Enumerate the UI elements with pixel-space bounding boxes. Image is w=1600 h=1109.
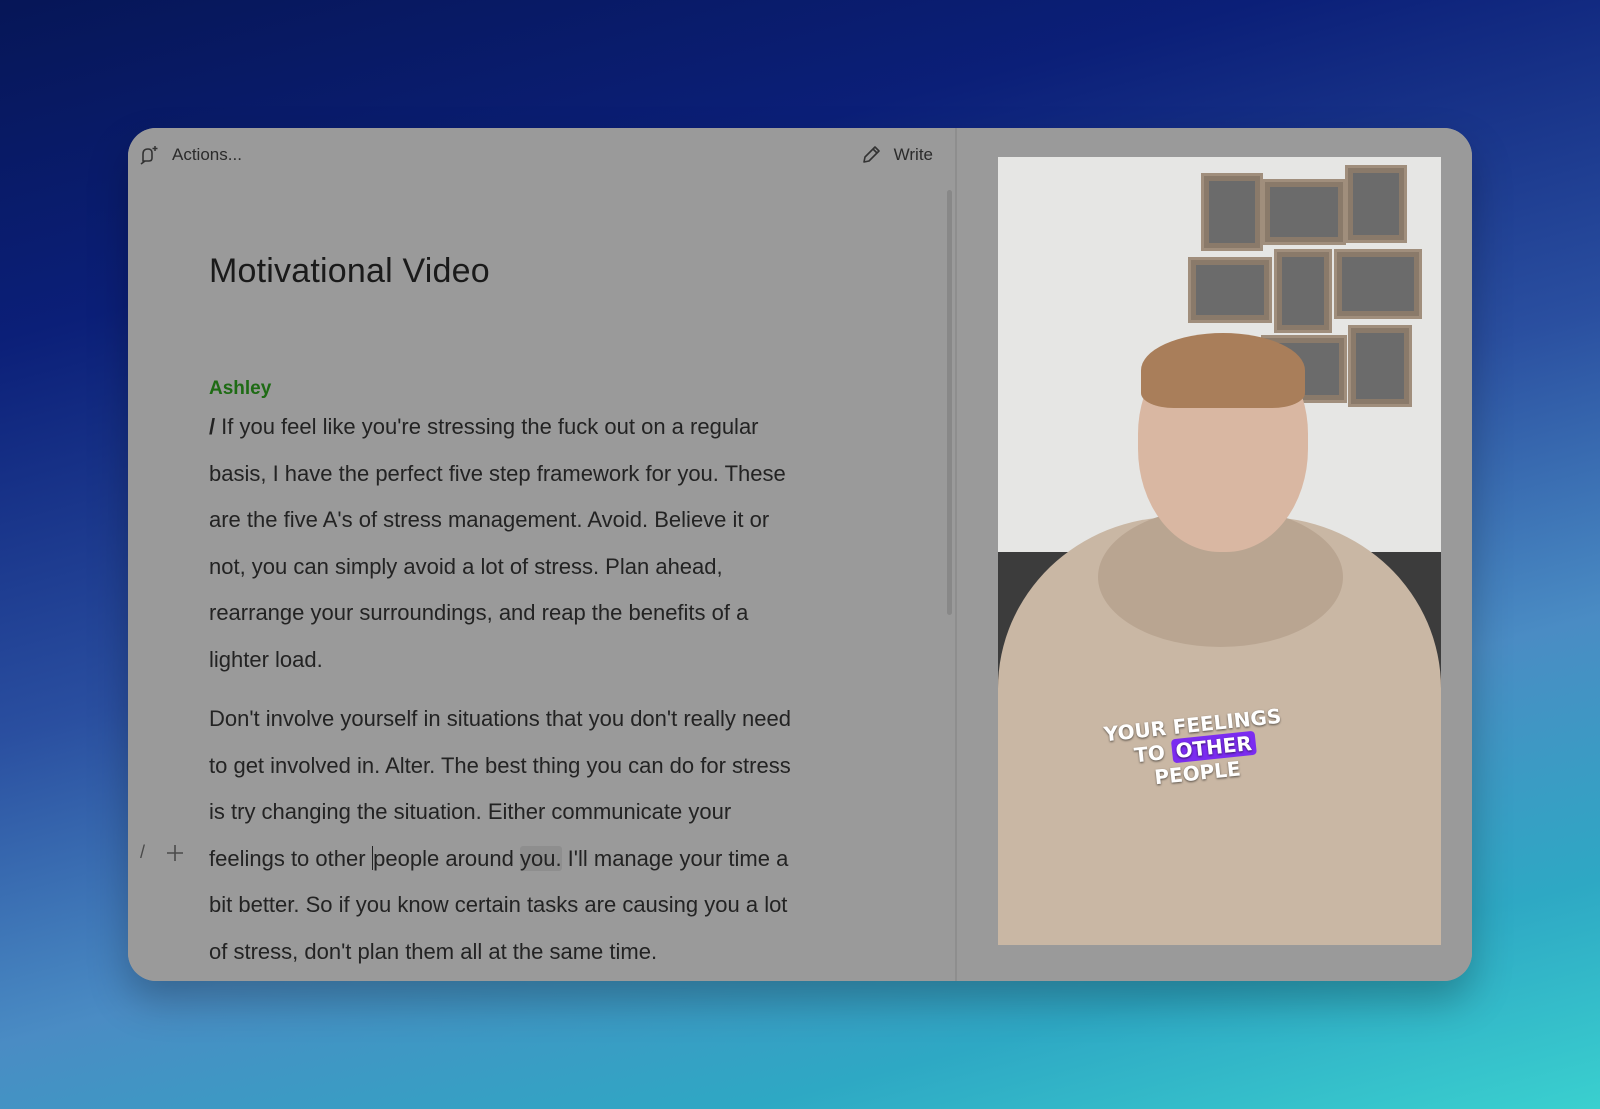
script-paragraph-1[interactable]: / If you feel like you're stressing the f… [209, 404, 809, 683]
photo-frame [1262, 179, 1346, 245]
paragraph-2-text-b: people around [373, 845, 520, 871]
speaker-name[interactable]: Ashley [209, 378, 271, 400]
photo-frame [1345, 165, 1407, 243]
line-gutter: / [140, 842, 185, 863]
write-button[interactable]: Write [860, 144, 933, 166]
video-person-hair [1141, 333, 1305, 408]
paragraph-1-text: If you feel like you're stressing the fu… [209, 414, 786, 672]
photo-frame [1201, 173, 1263, 251]
write-label: Write [893, 145, 933, 164]
pencil-icon [860, 144, 882, 166]
editor-scrollbar[interactable] [947, 190, 952, 615]
photo-frame [1274, 249, 1332, 333]
slash-marker: / [209, 414, 216, 439]
video-preview[interactable]: YOUR FEELINGS TO OTHER PEOPLE [998, 157, 1441, 945]
gutter-slash-button[interactable]: / [140, 842, 145, 863]
add-block-icon[interactable] [165, 843, 185, 863]
photo-frame [1334, 249, 1422, 319]
highlighted-word: you. [519, 845, 562, 871]
actions-label: Actions... [172, 145, 242, 164]
caption-word: TO [1133, 740, 1167, 768]
script-editor: Actions... Write Motivational Video Ashl… [128, 128, 955, 981]
script-paragraph-2[interactable]: Don't involve yourself in situations tha… [209, 696, 809, 975]
document-title[interactable]: Motivational Video [209, 252, 490, 291]
actions-sparkle-icon [138, 144, 160, 166]
photo-frame [1188, 257, 1272, 323]
actions-button[interactable]: Actions... [138, 144, 242, 166]
photo-frame [1348, 325, 1412, 407]
